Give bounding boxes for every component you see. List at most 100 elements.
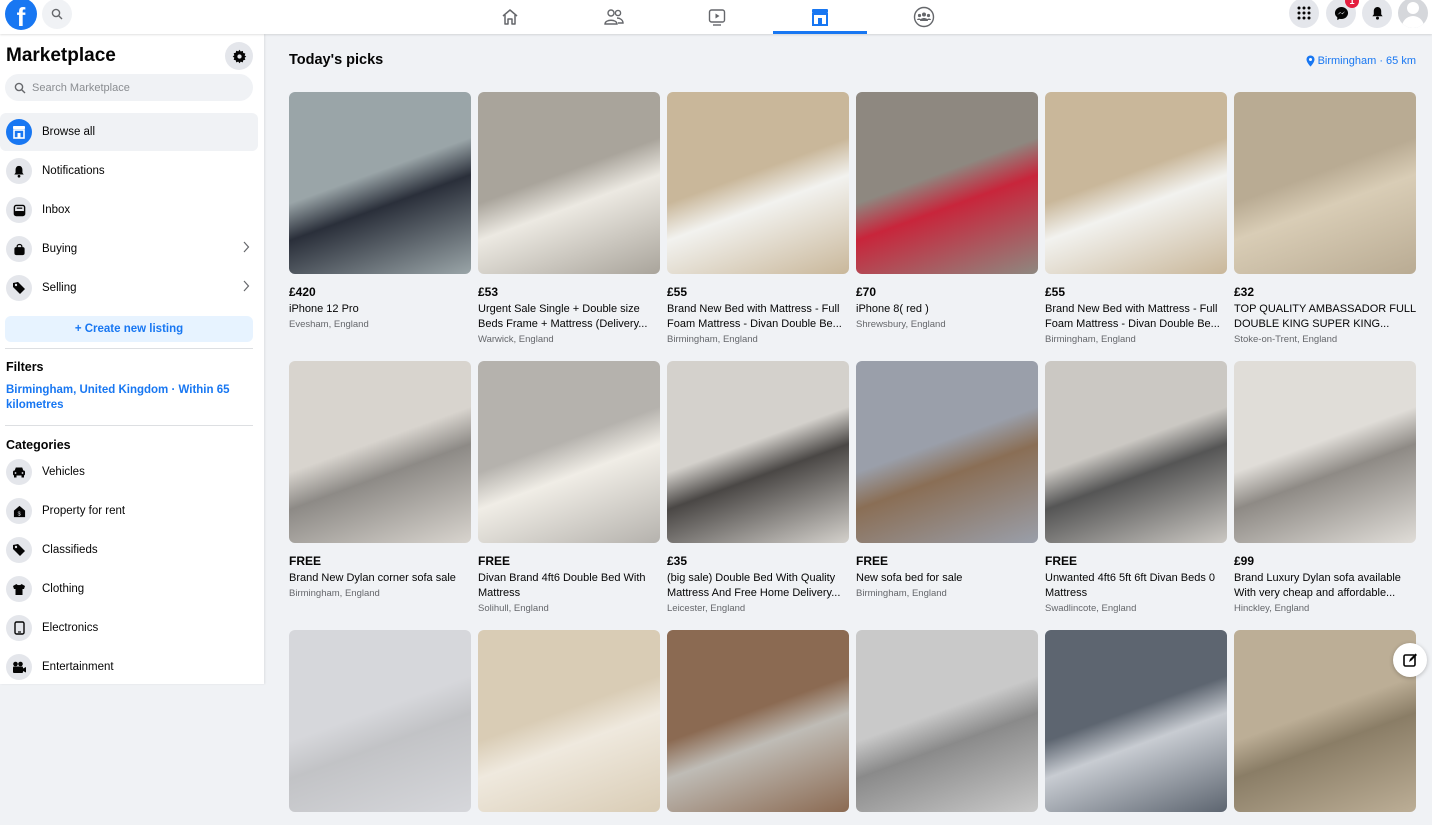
- menu-button[interactable]: [1289, 0, 1319, 28]
- marketplace-search[interactable]: [5, 74, 253, 101]
- listing-card[interactable]: £99 Brand Luxury Dylan sofa available Wit…: [1234, 361, 1416, 614]
- category-electronics[interactable]: Electronics: [0, 609, 258, 647]
- listing-photo[interactable]: [289, 361, 471, 543]
- listing-card[interactable]: [667, 630, 849, 825]
- tab-marketplace[interactable]: [773, 0, 867, 34]
- listing-card[interactable]: [856, 630, 1038, 825]
- listing-price: £420: [289, 285, 316, 299]
- listing-location: Solihull, England: [478, 603, 549, 614]
- listing-price: £35: [667, 554, 688, 568]
- notifications-button[interactable]: [1362, 0, 1392, 28]
- sidebar-item-browse-all[interactable]: Browse all: [0, 113, 258, 151]
- listing-card[interactable]: £55 Brand New Bed with Mattress - Full Fo…: [1045, 92, 1227, 345]
- category-property-for-rent[interactable]: $ Property for rent: [0, 492, 258, 530]
- listing-location: Birmingham, England: [289, 588, 380, 599]
- marketplace-search-input[interactable]: [32, 81, 232, 94]
- listing-card[interactable]: FREE Unwanted 4ft6 5ft 6ft Divan Beds 0 M…: [1045, 361, 1227, 614]
- location-filter-link[interactable]: Birmingham, United Kingdom · Within 65 k…: [6, 383, 251, 413]
- tab-watch[interactable]: [670, 0, 764, 34]
- listing-photo[interactable]: [1045, 361, 1227, 543]
- listing-card[interactable]: FREE Brand New Dylan corner sofa sale Birm…: [289, 361, 471, 599]
- tab-groups[interactable]: [877, 0, 971, 34]
- listing-photo[interactable]: [1234, 361, 1416, 543]
- listing-photo[interactable]: [856, 92, 1038, 274]
- storefront-icon: [6, 119, 32, 145]
- main-feed: Today's picks Birmingham · 65 km £420 iPh…: [264, 34, 1432, 812]
- sidebar-item-buying[interactable]: Buying: [0, 230, 258, 268]
- listing-card[interactable]: £32 TOP QUALITY AMBASSADOR FULL DOUBLE KI…: [1234, 92, 1416, 345]
- listing-location: Stoke-on-Trent, England: [1234, 334, 1338, 345]
- listing-card[interactable]: [1045, 630, 1227, 825]
- inbox-icon: [6, 197, 32, 223]
- sidebar-item-label: Notifications: [42, 165, 105, 177]
- tab-friends[interactable]: [567, 0, 661, 34]
- create-new-listing-button[interactable]: + Create new listing: [5, 316, 253, 342]
- messenger-icon: [1334, 6, 1348, 20]
- listing-photo[interactable]: [1234, 630, 1416, 812]
- listing-card[interactable]: [1234, 630, 1416, 825]
- listing-photo[interactable]: [1234, 92, 1416, 274]
- location-label: Birmingham · 65 km: [1317, 55, 1416, 67]
- shirt-icon: [6, 576, 32, 602]
- listing-card[interactable]: FREE New sofa bed for sale Birmingham, Eng…: [856, 361, 1038, 599]
- search-icon: [51, 8, 63, 20]
- category-vehicles[interactable]: Vehicles: [0, 453, 258, 491]
- listing-card[interactable]: £70 iPhone 8( red ) Shrewsbury, England: [856, 92, 1038, 330]
- listing-photo[interactable]: [1045, 92, 1227, 274]
- marketplace-icon: [812, 9, 828, 26]
- camera-icon: [6, 654, 32, 680]
- sidebar-item-selling[interactable]: Selling: [0, 269, 258, 307]
- listing-photo[interactable]: [478, 361, 660, 543]
- listing-card[interactable]: £420 iPhone 12 Pro Evesham, England: [289, 92, 471, 330]
- listing-card[interactable]: £53 Urgent Sale Single + Double size Beds…: [478, 92, 660, 345]
- listing-photo[interactable]: [289, 630, 471, 812]
- gear-icon: [232, 49, 246, 63]
- top-navigation-bar: f 1: [0, 0, 1432, 34]
- video-icon: [708, 9, 726, 26]
- listing-photo[interactable]: [856, 361, 1038, 543]
- listing-price: £99: [1234, 554, 1255, 568]
- listing-photo[interactable]: [856, 630, 1038, 812]
- location-selector[interactable]: Birmingham · 65 km: [1306, 55, 1416, 67]
- listing-title: (big sale) Double Bed With Quality Mattr…: [667, 572, 841, 599]
- category-label: Vehicles: [42, 466, 85, 478]
- search-button[interactable]: [42, 0, 72, 29]
- chevron-right-icon: [243, 241, 250, 253]
- house-icon: $: [6, 498, 32, 524]
- listing-price: FREE: [289, 554, 322, 568]
- listing-photo[interactable]: [478, 630, 660, 812]
- compose-icon: [1403, 653, 1417, 667]
- settings-button[interactable]: [225, 42, 253, 70]
- listing-photo[interactable]: [667, 92, 849, 274]
- listing-card[interactable]: [289, 630, 471, 825]
- listing-card[interactable]: £35 (big sale) Double Bed With Quality Ma…: [667, 361, 849, 614]
- listing-title: Brand New Bed with Mattress - Full Foam …: [667, 303, 842, 330]
- listing-photo[interactable]: [289, 92, 471, 274]
- listing-card[interactable]: FREE Divan Brand 4ft6 Double Bed With Mat…: [478, 361, 660, 614]
- listing-photo[interactable]: [667, 361, 849, 543]
- listing-photo[interactable]: [667, 630, 849, 812]
- sidebar-item-notifications[interactable]: Notifications: [0, 152, 258, 190]
- new-message-button[interactable]: [1393, 643, 1427, 677]
- listing-card[interactable]: £55 Brand New Bed with Mattress - Full Fo…: [667, 92, 849, 345]
- listing-title: Brand Luxury Dylan sofa available With v…: [1234, 572, 1401, 599]
- listing-title: Urgent Sale Single + Double size Beds Fr…: [478, 303, 648, 330]
- category-label: Entertainment: [42, 661, 114, 673]
- tab-home[interactable]: [463, 0, 557, 34]
- category-entertainment[interactable]: Entertainment: [0, 648, 258, 686]
- search-icon: [14, 82, 26, 93]
- listing-title: Brand New Bed with Mattress - Full Foam …: [1045, 303, 1220, 330]
- shopping-bag-icon: [6, 236, 32, 262]
- listing-card[interactable]: [478, 630, 660, 825]
- marketplace-sidebar: Marketplace Browse all Notifications Inb…: [0, 34, 264, 684]
- sidebar-item-inbox[interactable]: Inbox: [0, 191, 258, 229]
- listing-photo[interactable]: [1045, 630, 1227, 812]
- category-clothing[interactable]: Clothing: [0, 570, 258, 608]
- facebook-logo[interactable]: f: [5, 0, 37, 30]
- listing-photo[interactable]: [478, 92, 660, 274]
- profile-avatar[interactable]: [1398, 0, 1428, 28]
- category-classifieds[interactable]: Classifieds: [0, 531, 258, 569]
- listing-location: Birmingham, England: [1045, 334, 1136, 345]
- messenger-button[interactable]: 1: [1326, 0, 1359, 28]
- listing-price: £55: [1045, 285, 1066, 299]
